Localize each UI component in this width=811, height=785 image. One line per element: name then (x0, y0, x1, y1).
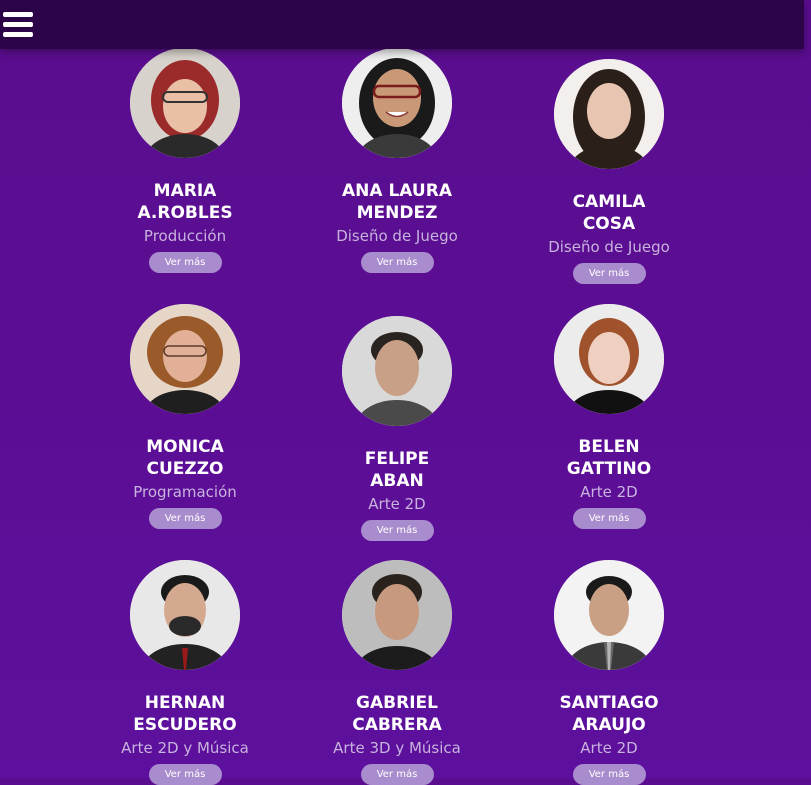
team-card: FELIPE ABAN Arte 2D Ver más (291, 316, 503, 541)
team-member-name: GABRIEL CABRERA (352, 693, 442, 735)
see-more-button[interactable]: Ver más (360, 764, 434, 785)
team-member-name: BELEN GATTINO (566, 437, 652, 479)
team-member-role: Arte 2D (580, 739, 638, 757)
team-member-role: Arte 2D y Música (121, 739, 249, 757)
team-card: HERNAN ESCUDERO Arte 2D y Música Ver más (79, 560, 291, 785)
team-member-photo (130, 560, 240, 670)
team-member-role: Arte 2D (368, 495, 426, 513)
team-member-role: Arte 3D y Música (333, 739, 461, 757)
team-member-name: MARIA A.ROBLES (137, 181, 233, 223)
team-member-role: Diseño de Juego (548, 238, 670, 256)
hamburger-menu-icon[interactable] (3, 11, 33, 38)
team-member-role: Diseño de Juego (336, 227, 458, 245)
team-member-photo (554, 59, 664, 169)
team-member-name: CAMILA COSA (572, 192, 646, 234)
see-more-button[interactable]: Ver más (148, 252, 222, 273)
menu-bar-line (3, 12, 33, 17)
team-card: SANTIAGO ARAUJO Arte 2D Ver más (503, 560, 715, 785)
see-more-button[interactable]: Ver más (572, 263, 646, 284)
see-more-button[interactable]: Ver más (360, 252, 434, 273)
team-member-name: FELIPE ABAN (364, 449, 430, 491)
team-member-name: SANTIAGO ARAUJO (559, 693, 659, 735)
team-card: MONICA CUEZZO Programación Ver más (79, 304, 291, 529)
team-member-name: ANA LAURA MENDEZ (342, 181, 452, 223)
see-more-button[interactable]: Ver más (572, 764, 646, 785)
team-member-photo (342, 316, 452, 426)
menu-bar-line (3, 32, 33, 37)
team-member-photo (342, 48, 452, 158)
see-more-button[interactable]: Ver más (148, 764, 222, 785)
team-card: GABRIEL CABRERA Arte 3D y Música Ver más (291, 560, 503, 785)
team-member-photo (554, 304, 664, 414)
team-member-photo (554, 560, 664, 670)
team-member-role: Programación (133, 483, 237, 501)
menu-bar-line (3, 22, 33, 27)
team-member-name: MONICA CUEZZO (146, 437, 224, 479)
team-card: BELEN GATTINO Arte 2D Ver más (503, 304, 715, 529)
see-more-button[interactable]: Ver más (360, 520, 434, 541)
team-member-name: HERNAN ESCUDERO (133, 693, 237, 735)
team-member-role: Arte 2D (580, 483, 638, 501)
team-member-role: Producción (143, 227, 227, 245)
team-card: CAMILA COSA Diseño de Juego Ver más (503, 59, 715, 284)
see-more-button[interactable]: Ver más (148, 508, 222, 529)
see-more-button[interactable]: Ver más (572, 508, 646, 529)
team-member-photo (130, 304, 240, 414)
team-card: MARIA A.ROBLES Producción Ver más (79, 48, 291, 273)
team-member-photo (130, 48, 240, 158)
top-navigation-bar (0, 0, 804, 49)
team-member-photo (342, 560, 452, 670)
team-card: ANA LAURA MENDEZ Diseño de Juego Ver más (291, 48, 503, 273)
